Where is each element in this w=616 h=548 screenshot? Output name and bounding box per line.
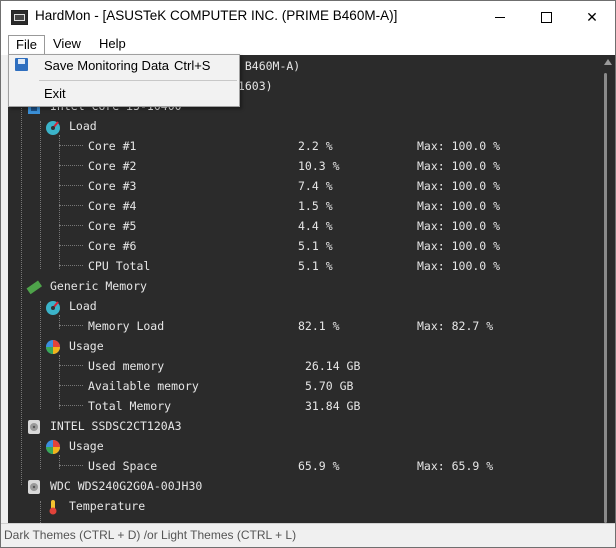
core-1-max: Max: 100.0 %	[417, 139, 501, 153]
hardmon-app-icon	[11, 10, 28, 25]
memory-load-name[interactable]: Memory Load	[88, 316, 164, 336]
used-space-max: Max: 65.9 %	[417, 459, 494, 473]
tree-ssd-label[interactable]: INTEL SSDSC2CT120A3	[50, 416, 182, 436]
tree-memory-usage-label[interactable]: Usage	[69, 336, 104, 356]
window-title: HardMon - [ASUSTeK COMPUTER INC. (PRIME …	[35, 8, 398, 23]
tree-branch	[59, 185, 83, 186]
used-space-name[interactable]: Used Space	[88, 456, 157, 476]
core-2-value: 10.3 %	[298, 159, 340, 173]
tree-root-label[interactable]: E B460M-A)	[231, 56, 300, 76]
tree-branch	[59, 405, 83, 406]
cpu-total-value: 5.1 %	[298, 259, 333, 273]
tree-guide-line	[59, 355, 60, 409]
total-memory-name[interactable]: Total Memory	[88, 396, 171, 416]
memory-load-value: 82.1 %	[298, 319, 340, 333]
core-3-value: 7.4 %	[298, 179, 333, 193]
title-bar[interactable]: HardMon - [ASUSTeK COMPUTER INC. (PRIME …	[1, 1, 615, 33]
menu-item-save-monitoring-data[interactable]: Save Monitoring Data Ctrl+S	[9, 55, 239, 77]
menu-bar: File View Help	[1, 33, 615, 55]
usage-pie-icon	[46, 440, 60, 454]
maximize-icon	[540, 11, 552, 23]
close-button[interactable]: ✕	[569, 1, 615, 33]
tree-guide-line	[40, 301, 41, 409]
tree-branch	[59, 385, 83, 386]
maximize-button[interactable]	[523, 1, 569, 33]
tree-branch	[59, 225, 83, 226]
scroll-up-arrow-icon[interactable]	[604, 59, 612, 65]
save-monitoring-data-label: Save Monitoring Data	[44, 58, 170, 73]
menu-separator	[39, 80, 237, 81]
thermometer-icon	[49, 500, 57, 515]
tree-branch	[59, 365, 83, 366]
tree-branch	[59, 325, 83, 326]
core-6-name[interactable]: Core #6	[88, 236, 136, 256]
core-5-name[interactable]: Core #5	[88, 216, 136, 236]
load-gauge-icon	[46, 121, 60, 135]
disk-drive-icon	[28, 480, 40, 494]
core-4-name[interactable]: Core #4	[88, 196, 136, 216]
disk-drive-icon	[28, 420, 40, 434]
tree-guide-line	[40, 501, 41, 523]
tree-guide-line	[40, 121, 41, 269]
usage-pie-icon	[46, 340, 60, 354]
tree-hdd-temperature-label[interactable]: Temperature	[69, 496, 145, 516]
total-memory-value: 31.84 GB	[305, 399, 361, 413]
tree-branch	[59, 145, 83, 146]
tree-branch	[59, 205, 83, 206]
tree-memory-label[interactable]: Generic Memory	[50, 276, 147, 296]
status-bar-text: Dark Themes (CTRL + D) /or Light Themes …	[4, 528, 297, 542]
core-6-max: Max: 100.0 %	[417, 239, 501, 253]
core-3-name[interactable]: Core #3	[88, 176, 136, 196]
tree-branch	[59, 465, 83, 466]
core-5-value: 4.4 %	[298, 219, 333, 233]
core-5-max: Max: 100.0 %	[417, 219, 501, 233]
menu-file[interactable]: File	[8, 35, 45, 55]
core-2-max: Max: 100.0 %	[417, 159, 501, 173]
menu-view[interactable]: View	[46, 35, 88, 53]
tree-guide-line	[40, 441, 41, 469]
cpu-total-name[interactable]: CPU Total	[88, 256, 150, 276]
close-icon: ✕	[586, 8, 598, 25]
tree-branch	[59, 245, 83, 246]
memory-module-icon	[26, 280, 43, 295]
tree-branch	[59, 265, 83, 266]
cpu-total-max: Max: 100.0 %	[417, 259, 501, 273]
tree-ssd-usage-label[interactable]: Usage	[69, 436, 104, 456]
load-gauge-icon	[46, 301, 60, 315]
tree-guide-line	[59, 315, 60, 329]
used-space-value: 65.9 %	[298, 459, 340, 473]
core-4-max: Max: 100.0 %	[417, 199, 501, 213]
used-memory-name[interactable]: Used memory	[88, 356, 164, 376]
core-6-value: 5.1 %	[298, 239, 333, 253]
hardmon-window: HardMon - [ASUSTeK COMPUTER INC. (PRIME …	[0, 0, 616, 548]
scrollbar-thumb[interactable]	[604, 73, 607, 523]
minimize-button[interactable]	[477, 1, 523, 33]
core-1-value: 2.2 %	[298, 139, 333, 153]
tree-hdd-label[interactable]: WDC WDS240G2G0A-00JH30	[50, 476, 202, 496]
core-3-max: Max: 100.0 %	[417, 179, 501, 193]
tree-branch	[59, 165, 83, 166]
memory-load-max: Max: 82.7 %	[417, 319, 494, 333]
tree-cpu-load-label[interactable]: Load	[69, 116, 97, 136]
status-bar: Dark Themes (CTRL + D) /or Light Themes …	[1, 523, 615, 547]
file-menu-dropdown: Save Monitoring Data Ctrl+S Exit	[8, 54, 240, 107]
available-memory-value: 5.70 GB	[305, 379, 354, 393]
tree-guide-line	[59, 135, 60, 269]
exit-label: Exit	[44, 86, 66, 101]
used-memory-value: 26.14 GB	[305, 359, 361, 373]
sensor-tree[interactable]: E B460M-A) (1603) Intel Core i5-10400 Lo…	[8, 55, 615, 523]
tree-guide-line	[21, 55, 22, 485]
menu-help[interactable]: Help	[92, 35, 133, 53]
minimize-icon	[495, 16, 505, 18]
core-4-value: 1.5 %	[298, 199, 333, 213]
tree-memory-load-label[interactable]: Load	[69, 296, 97, 316]
available-memory-name[interactable]: Available memory	[88, 376, 199, 396]
core-2-name[interactable]: Core #2	[88, 156, 136, 176]
save-shortcut-label: Ctrl+S	[174, 58, 211, 73]
menu-item-exit[interactable]: Exit	[9, 83, 239, 105]
floppy-disk-icon	[15, 58, 28, 71]
core-1-name[interactable]: Core #1	[88, 136, 136, 156]
tree-guide-line	[59, 455, 60, 469]
